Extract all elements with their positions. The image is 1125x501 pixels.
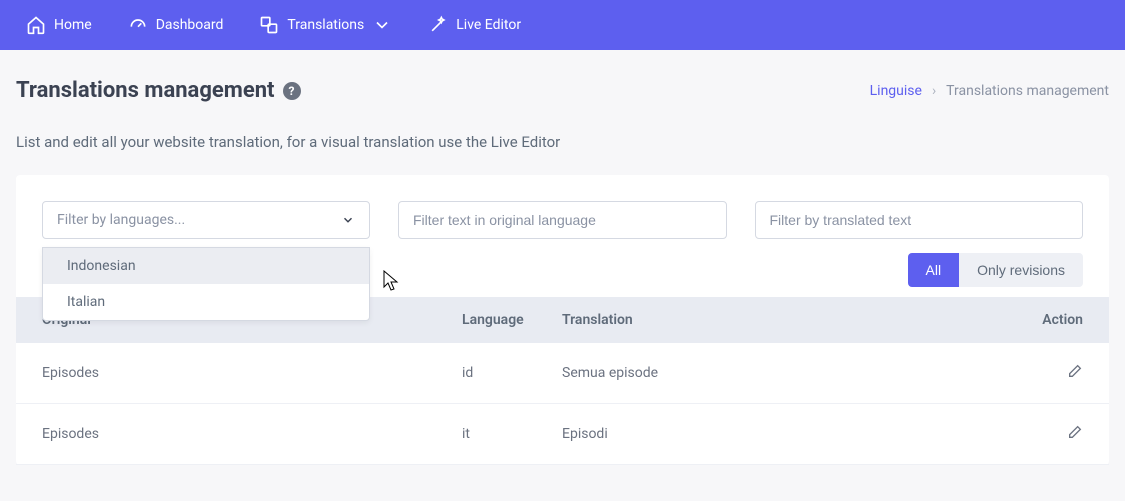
home-icon	[26, 15, 46, 35]
nav-home-label: Home	[54, 17, 92, 33]
page-subtitle: List and edit all your website translati…	[16, 133, 1109, 151]
filter-original-input[interactable]	[398, 201, 727, 239]
chevron-right-icon: ›	[932, 83, 936, 99]
filter-languages-select[interactable]: Filter by languages...	[42, 201, 370, 239]
translate-icon	[259, 15, 279, 35]
filter-languages-placeholder: Filter by languages...	[57, 212, 185, 228]
page-title-text: Translations management	[16, 78, 275, 103]
page-title: Translations management ?	[16, 78, 301, 103]
chevron-down-icon	[372, 15, 392, 35]
toggle-revisions-button[interactable]: Only revisions	[959, 253, 1083, 287]
dropdown-option-indonesian[interactable]: Indonesian	[43, 248, 369, 284]
cell-translation: Semua episode	[562, 365, 1013, 381]
dropdown-option-italian[interactable]: Italian	[43, 284, 369, 320]
cell-language: id	[462, 365, 562, 381]
nav-home[interactable]: Home	[8, 0, 110, 50]
nav-live-editor[interactable]: Live Editor	[410, 0, 539, 50]
languages-dropdown: Indonesian Italian	[42, 247, 370, 321]
filters-row: Filter by languages... Indonesian Italia…	[16, 201, 1109, 239]
cell-action	[1013, 424, 1083, 444]
cell-original: Episodes	[42, 365, 462, 381]
filter-panel: Filter by languages... Indonesian Italia…	[16, 175, 1109, 465]
cell-action	[1013, 363, 1083, 383]
filter-translated-input[interactable]	[755, 201, 1084, 239]
nav-dashboard[interactable]: Dashboard	[110, 0, 242, 50]
wand-icon	[428, 15, 448, 35]
col-header-language: Language	[462, 312, 562, 328]
edit-icon[interactable]	[1067, 424, 1083, 440]
toggle-all-button[interactable]: All	[908, 253, 960, 287]
col-header-action: Action	[1013, 312, 1083, 328]
revisions-toggle: All Only revisions	[908, 253, 1083, 287]
page-header: Translations management ? Linguise › Tra…	[16, 78, 1109, 103]
top-navbar: Home Dashboard Translations Live Editor	[0, 0, 1125, 50]
chevron-down-icon	[341, 213, 355, 227]
cell-language: it	[462, 426, 562, 442]
cell-translation: Episodi	[562, 426, 1013, 442]
table-row: Episodes it Episodi	[16, 404, 1109, 465]
help-icon[interactable]: ?	[283, 82, 301, 100]
breadcrumb: Linguise › Translations management	[870, 83, 1109, 99]
nav-live-editor-label: Live Editor	[456, 17, 521, 33]
page-content: Translations management ? Linguise › Tra…	[0, 50, 1125, 465]
nav-translations[interactable]: Translations	[241, 0, 410, 50]
nav-dashboard-label: Dashboard	[156, 17, 224, 33]
gauge-icon	[128, 15, 148, 35]
nav-translations-label: Translations	[287, 17, 364, 33]
edit-icon[interactable]	[1067, 363, 1083, 379]
table-row: Episodes id Semua episode	[16, 343, 1109, 404]
breadcrumb-current: Translations management	[946, 83, 1109, 99]
breadcrumb-root[interactable]: Linguise	[870, 83, 922, 99]
cell-original: Episodes	[42, 426, 462, 442]
col-header-translation: Translation	[562, 312, 1013, 328]
